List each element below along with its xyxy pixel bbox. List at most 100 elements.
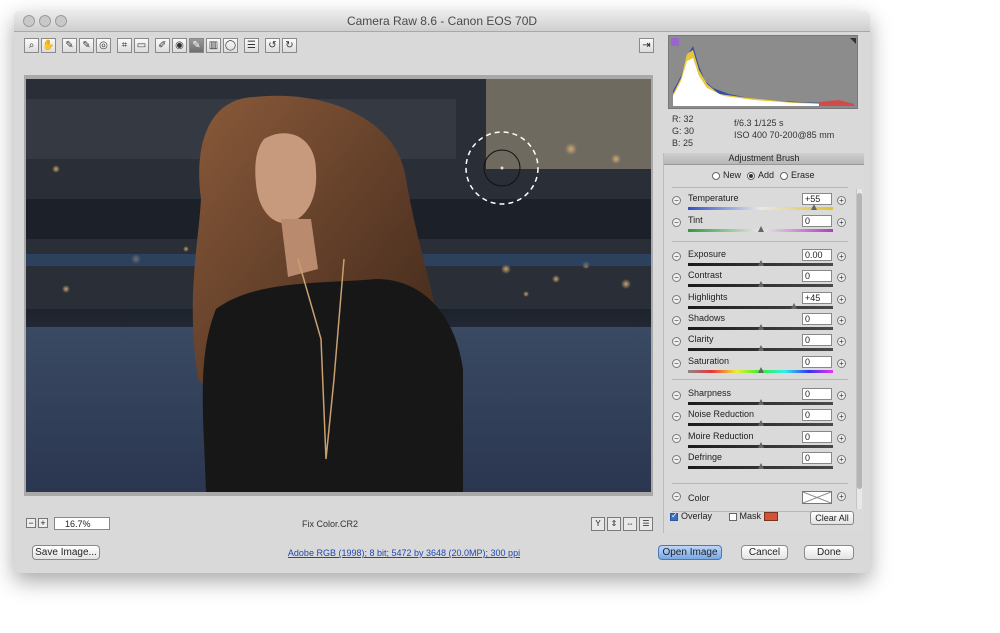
overlay-checkbox[interactable] xyxy=(670,511,678,521)
slider-value-input[interactable]: 0 xyxy=(802,313,832,325)
slider-thumb[interactable] xyxy=(757,345,764,351)
gradient-icon[interactable]: ▥ xyxy=(206,38,221,53)
plus-icon[interactable]: + xyxy=(837,295,846,304)
minus-icon[interactable]: − xyxy=(672,295,681,304)
slider-thumb[interactable] xyxy=(757,442,764,448)
plus-icon[interactable]: + xyxy=(837,273,846,282)
crop-icon[interactable]: ⌗ xyxy=(117,38,132,53)
slider-value-input[interactable]: 0 xyxy=(802,270,832,282)
minus-icon[interactable]: − xyxy=(672,492,681,501)
mode-new[interactable]: New xyxy=(712,170,741,180)
slider-value-input[interactable]: 0 xyxy=(802,334,832,346)
eye-icon[interactable]: ◉ xyxy=(172,38,187,53)
minus-icon[interactable]: − xyxy=(672,337,681,346)
mode-radio[interactable] xyxy=(780,171,789,180)
mode-radio[interactable] xyxy=(712,171,720,180)
plus-icon[interactable]: + xyxy=(837,196,846,205)
rotate-cw-icon[interactable]: ↻ xyxy=(282,38,297,53)
minus-icon[interactable]: − xyxy=(672,434,681,443)
slider-thumb[interactable] xyxy=(757,226,764,232)
plus-icon[interactable]: + xyxy=(837,337,846,346)
mask-checkbox[interactable] xyxy=(728,512,737,521)
zoom-level-select[interactable]: 16.7% xyxy=(54,517,110,530)
plus-icon[interactable]: + xyxy=(837,252,846,261)
brush-spot-icon[interactable]: ✐ xyxy=(155,38,170,53)
hand-icon[interactable]: ✋ xyxy=(41,38,56,53)
save-image-button[interactable]: Save Image... xyxy=(32,545,100,560)
target-icon[interactable]: ◎ xyxy=(96,38,111,53)
view-settings-icon[interactable]: ☰ xyxy=(639,517,653,531)
slider-thumb[interactable] xyxy=(757,367,764,373)
minus-icon[interactable]: − xyxy=(672,273,681,282)
slider-track[interactable] xyxy=(688,306,833,309)
clear-all-button[interactable]: Clear All xyxy=(810,511,854,525)
slider-value-input[interactable]: 0.00 xyxy=(802,249,832,261)
slider-value-input[interactable]: +45 xyxy=(802,292,832,304)
slider-value-input[interactable]: 0 xyxy=(802,431,832,443)
view-compare-icon[interactable]: Y xyxy=(591,517,605,531)
mask-toggle[interactable]: Mask xyxy=(728,511,779,522)
minus-icon[interactable]: − xyxy=(672,196,681,205)
plus-icon[interactable]: + xyxy=(837,316,846,325)
slider-label: Contrast xyxy=(688,270,723,280)
mask-label: Mask xyxy=(739,511,762,521)
zoom-out-button[interactable]: − xyxy=(26,518,36,528)
export-icon[interactable]: ⇥ xyxy=(639,38,654,53)
view-swap-icon[interactable]: ⇕ xyxy=(607,517,621,531)
minus-icon[interactable]: − xyxy=(672,316,681,325)
mode-radio[interactable] xyxy=(747,171,756,180)
slider-thumb[interactable] xyxy=(757,281,764,287)
minus-icon[interactable]: − xyxy=(672,252,681,261)
mask-color-swatch[interactable] xyxy=(764,512,779,522)
straighten-icon[interactable]: ▭ xyxy=(134,38,149,53)
color-swatch[interactable] xyxy=(802,491,832,504)
view-copy-icon[interactable]: ⇔ xyxy=(623,517,637,531)
slider-label: Shadows xyxy=(688,313,726,323)
eyedropper-icon[interactable]: ✎ xyxy=(62,38,77,53)
magnifier-icon[interactable]: ⌕ xyxy=(24,38,39,53)
plus-icon[interactable]: + xyxy=(837,455,846,464)
no-color-icon xyxy=(802,491,832,504)
slider-value-input[interactable]: 0 xyxy=(802,409,832,421)
plus-icon[interactable]: + xyxy=(837,218,846,227)
minus-icon[interactable]: − xyxy=(672,218,681,227)
minus-icon[interactable]: − xyxy=(672,359,681,368)
cancel-button[interactable]: Cancel xyxy=(741,545,788,560)
zoom-in-button[interactable]: + xyxy=(38,518,48,528)
rotate-ccw-icon[interactable]: ↺ xyxy=(265,38,280,53)
workflow-options-link[interactable]: Adobe RGB (1998); 8 bit; 5472 by 3648 (2… xyxy=(274,548,534,558)
slider-thumb[interactable] xyxy=(790,303,797,309)
slider-value-input[interactable]: 0 xyxy=(802,452,832,464)
slider-thumb[interactable] xyxy=(757,324,764,330)
plus-icon[interactable]: + xyxy=(837,412,846,421)
slider-thumb[interactable] xyxy=(811,204,818,210)
slider-value-input[interactable]: 0 xyxy=(802,215,832,227)
adjustment-brush-panel: Adjustment Brush New Add Erase − Temperatur… xyxy=(663,153,864,533)
overlay-toggle[interactable]: Overlay xyxy=(670,511,715,521)
mode-add[interactable]: Add xyxy=(747,170,774,180)
slider-saturation: − Saturation 0 + xyxy=(664,356,864,377)
slider-thumb[interactable] xyxy=(757,260,764,266)
mode-erase[interactable]: Erase xyxy=(780,170,815,180)
slider-value-input[interactable]: 0 xyxy=(802,388,832,400)
sampler-icon[interactable]: ✎ xyxy=(79,38,94,53)
open-image-button[interactable]: Open Image xyxy=(658,545,722,560)
plus-icon[interactable]: + xyxy=(837,492,846,501)
plus-icon[interactable]: + xyxy=(837,434,846,443)
slider-thumb[interactable] xyxy=(757,420,764,426)
done-button[interactable]: Done xyxy=(804,545,854,560)
brush-mode-selector: New Add Erase xyxy=(712,170,821,180)
plus-icon[interactable]: + xyxy=(837,391,846,400)
plus-icon[interactable]: + xyxy=(837,359,846,368)
minus-icon[interactable]: − xyxy=(672,412,681,421)
brush-icon[interactable]: ✎ xyxy=(189,38,204,53)
minus-icon[interactable]: − xyxy=(672,391,681,400)
slider-value-input[interactable]: 0 xyxy=(802,356,832,368)
list-icon[interactable]: ☰ xyxy=(244,38,259,53)
radial-icon[interactable]: ◯ xyxy=(223,38,238,53)
slider-thumb[interactable] xyxy=(757,463,764,469)
minus-icon[interactable]: − xyxy=(672,455,681,464)
slider-label: Tint xyxy=(688,215,703,225)
image-canvas[interactable] xyxy=(24,75,653,496)
slider-thumb[interactable] xyxy=(757,399,764,405)
